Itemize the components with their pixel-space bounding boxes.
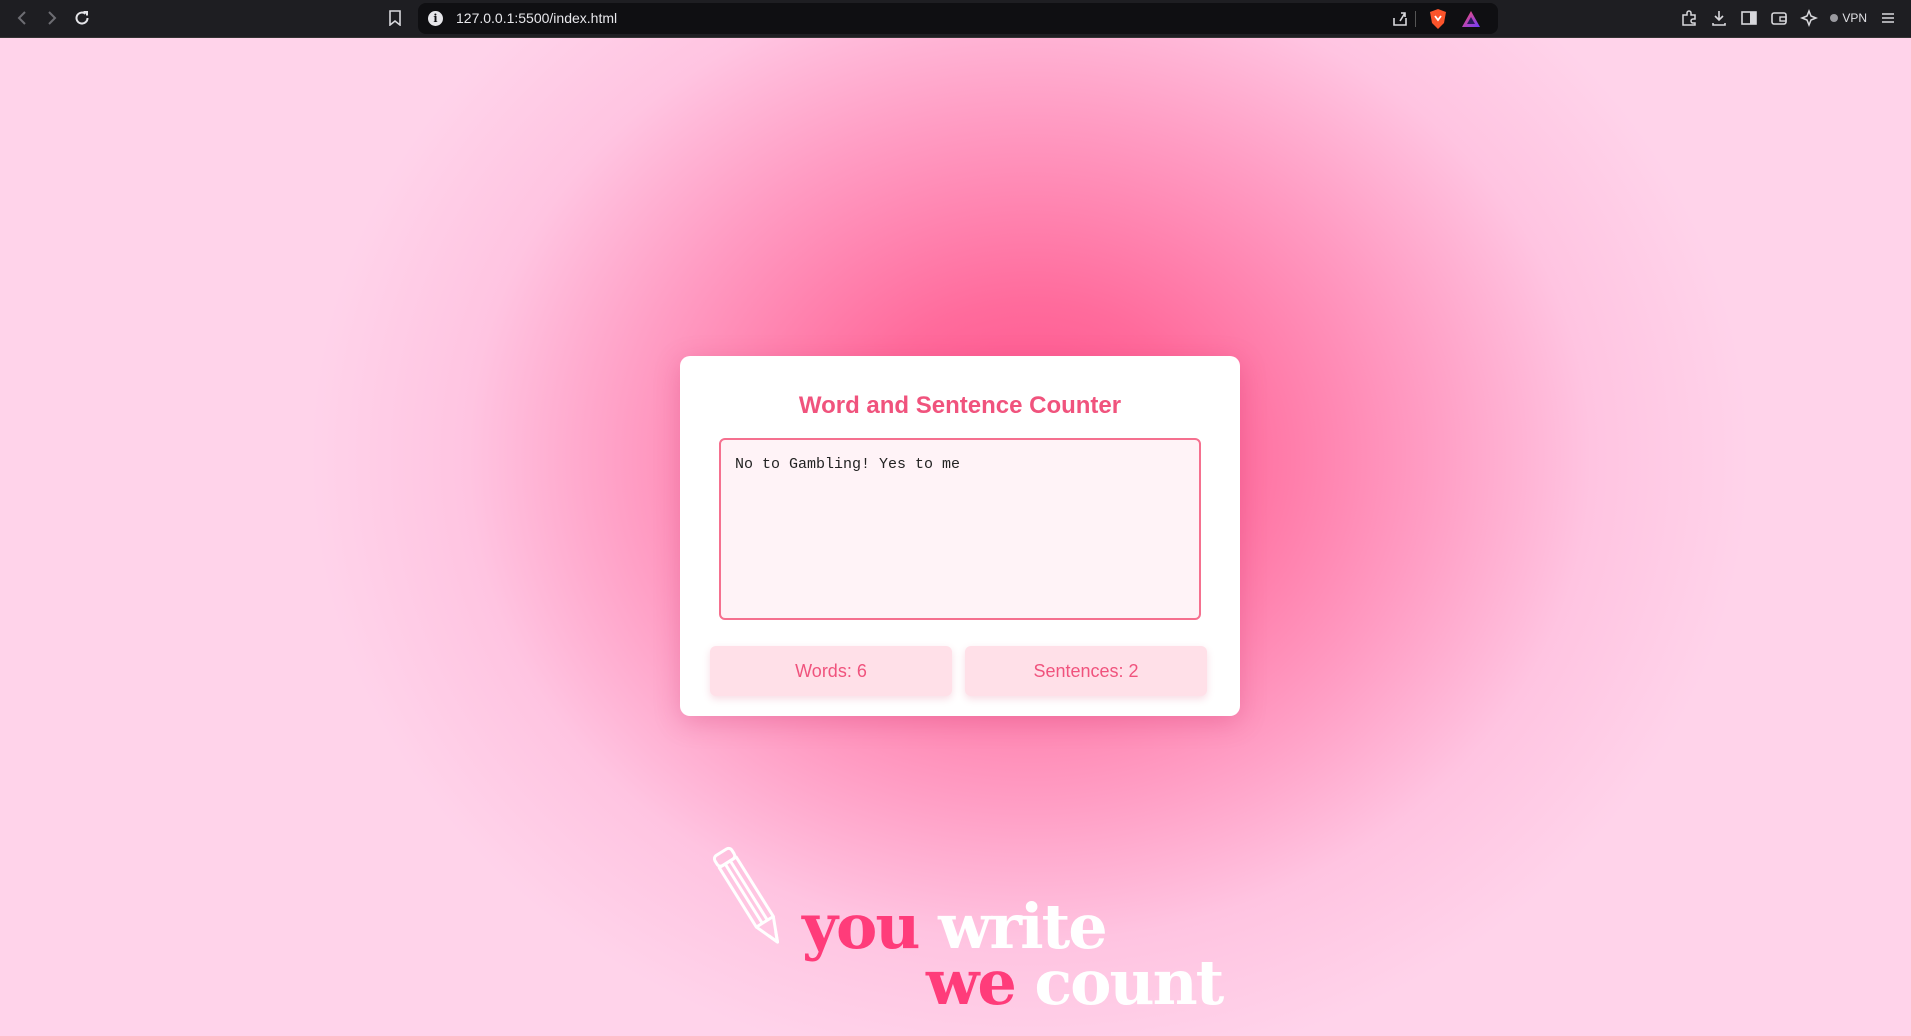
logo-word-count: count: [1034, 946, 1224, 1019]
brave-rewards-icon[interactable]: [1461, 9, 1481, 29]
vpn-label: VPN: [1842, 11, 1867, 25]
site-info-icon[interactable]: i: [428, 11, 443, 26]
word-count-badge: Words: 6: [710, 646, 952, 696]
pencil-icon: [712, 846, 780, 944]
vpn-status-icon: [1830, 14, 1839, 22]
reload-icon[interactable]: [70, 6, 94, 30]
logo-word-you: you: [802, 890, 920, 963]
forward-icon[interactable]: [40, 6, 64, 30]
browser-toolbar: i 127.0.0.1:5500/index.html VPN: [0, 0, 1911, 38]
share-icon[interactable]: [1390, 9, 1410, 29]
vpn-button[interactable]: VPN: [1828, 11, 1869, 25]
back-icon[interactable]: [10, 6, 34, 30]
page-background: Word and Sentence Counter Words: 6 Sente…: [0, 38, 1911, 1036]
logo-word-we: we: [926, 946, 1017, 1019]
counter-card: Word and Sentence Counter Words: 6 Sente…: [680, 356, 1240, 716]
bookmark-icon[interactable]: [384, 6, 406, 30]
sidebar-icon[interactable]: [1738, 7, 1760, 29]
leo-ai-icon[interactable]: [1798, 7, 1820, 29]
sentence-count-badge: Sentences: 2: [965, 646, 1207, 696]
you-write-we-count-logo: you write we count: [700, 838, 1224, 1036]
url-text[interactable]: 127.0.0.1:5500/index.html: [456, 3, 617, 34]
address-bar[interactable]: i 127.0.0.1:5500/index.html: [418, 3, 1498, 34]
menu-icon[interactable]: [1877, 7, 1899, 29]
wallet-icon[interactable]: [1768, 7, 1790, 29]
divider: [1415, 11, 1416, 27]
text-input[interactable]: [719, 438, 1201, 620]
brave-shields-icon[interactable]: [1428, 8, 1448, 30]
extensions-icon[interactable]: [1678, 7, 1700, 29]
page-title: Word and Sentence Counter: [798, 392, 1122, 419]
downloads-icon[interactable]: [1708, 7, 1730, 29]
